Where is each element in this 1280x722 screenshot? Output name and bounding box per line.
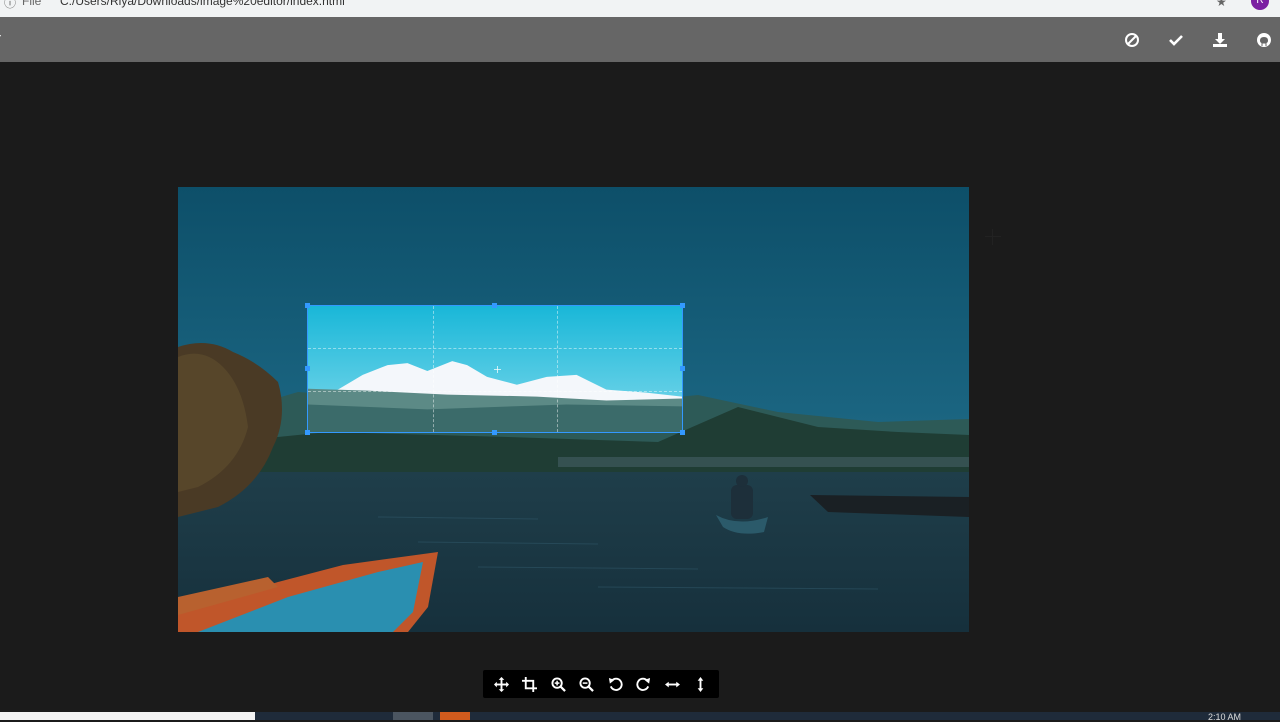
rotate-left-icon — [608, 677, 623, 691]
os-taskbar: 2:10 AM — [0, 712, 1280, 722]
zoom-out-icon — [579, 676, 595, 692]
flip-horizontal-icon — [664, 681, 680, 687]
crop-handle-s[interactable] — [492, 430, 497, 435]
taskbar-app-icon[interactable] — [440, 712, 470, 720]
grid-line — [557, 306, 558, 432]
crop-handle-n[interactable] — [492, 303, 497, 308]
grid-line — [433, 306, 434, 432]
rotate-left-tool[interactable] — [603, 672, 627, 696]
ban-icon — [1125, 33, 1139, 47]
protocol-label: File — [22, 0, 42, 8]
flip-horizontal-tool[interactable] — [660, 672, 684, 696]
github-icon — [1257, 33, 1271, 47]
star-icon[interactable]: ★ — [1216, 0, 1227, 9]
flip-vertical-icon — [697, 676, 704, 692]
app-header: r — [0, 17, 1280, 62]
rotate-right-tool[interactable] — [632, 672, 656, 696]
github-button[interactable] — [1252, 28, 1276, 52]
crop-selection[interactable] — [307, 305, 683, 433]
profile-avatar[interactable]: R — [1251, 0, 1269, 10]
move-tool[interactable] — [489, 672, 513, 696]
crop-handle-se[interactable] — [680, 430, 685, 435]
taskbar-clock: 2:10 AM — [1208, 712, 1242, 722]
info-icon[interactable]: ⓘ — [4, 0, 16, 11]
editor-toolbar — [483, 670, 719, 698]
clear-button[interactable] — [1120, 28, 1144, 52]
zoom-out-tool[interactable] — [575, 672, 599, 696]
grid-line — [308, 348, 682, 349]
taskbar-search[interactable] — [0, 712, 255, 720]
flip-vertical-tool[interactable] — [689, 672, 713, 696]
crop-tool[interactable] — [518, 672, 542, 696]
grid-line — [308, 391, 682, 392]
move-icon — [493, 676, 509, 692]
taskbar-app-icon[interactable] — [393, 712, 433, 720]
crop-confirm-button[interactable] — [1164, 28, 1188, 52]
crop-handle-w[interactable] — [305, 366, 310, 371]
app-title: r — [0, 30, 1, 47]
browser-address-bar: ⓘ File C:/Users/Riya/Downloads/image%20e… — [0, 0, 1280, 18]
crop-center-icon — [497, 366, 498, 373]
zoom-in-icon — [551, 676, 566, 692]
crop-handle-sw[interactable] — [305, 430, 310, 435]
crop-handle-ne[interactable] — [680, 303, 685, 308]
crosshair-cursor-icon — [985, 229, 1001, 245]
rotate-right-icon — [636, 677, 651, 691]
crop-handle-e[interactable] — [680, 366, 685, 371]
crop-icon — [522, 676, 538, 692]
zoom-in-tool[interactable] — [546, 672, 570, 696]
download-icon — [1213, 33, 1227, 47]
url-field[interactable]: C:/Users/Riya/Downloads/image%20editor/i… — [60, 0, 345, 8]
download-button[interactable] — [1208, 28, 1232, 52]
check-icon — [1169, 35, 1183, 46]
crop-handle-nw[interactable] — [305, 303, 310, 308]
